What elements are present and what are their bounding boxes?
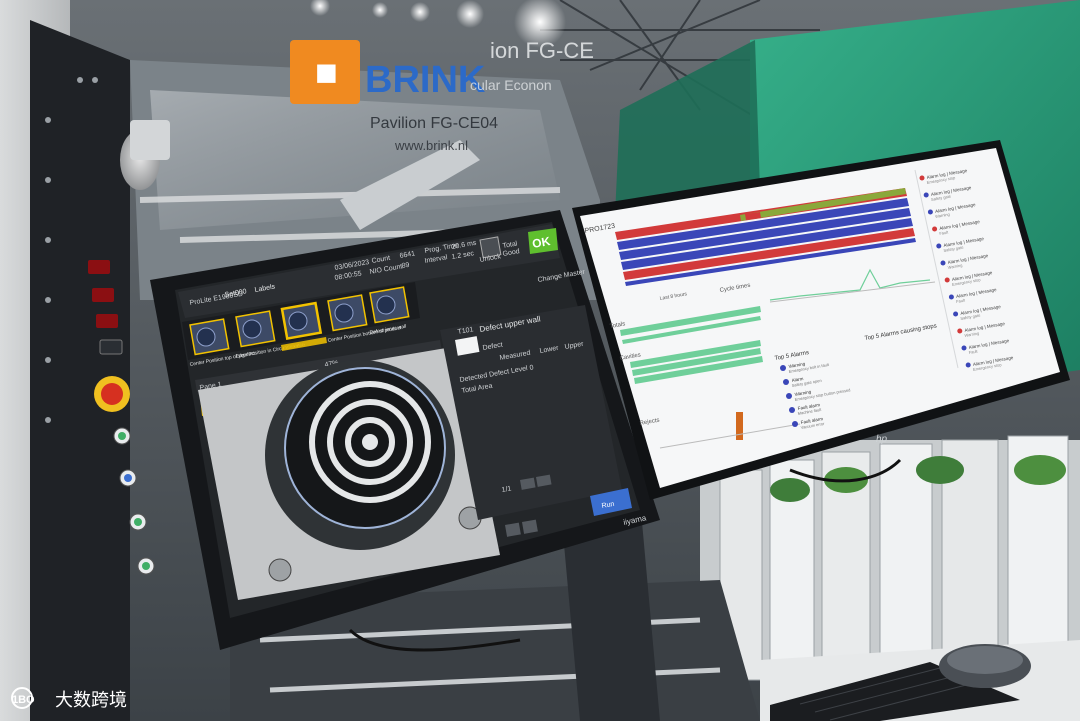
rm-log-dot xyxy=(961,345,967,351)
thumb-2[interactable] xyxy=(235,310,276,348)
rm-log-dot xyxy=(919,175,925,181)
lm-bottom-btn-1[interactable] xyxy=(504,522,521,537)
rm-log-dot xyxy=(936,243,942,249)
thumb-4[interactable] xyxy=(327,294,368,332)
lm-count3: 89 xyxy=(401,262,410,270)
svg-text:■: ■ xyxy=(315,52,338,94)
mouse[interactable] xyxy=(939,644,1031,688)
rm-reject-bar xyxy=(736,412,743,440)
lm-bottom-btn-2[interactable] xyxy=(522,519,538,534)
rm-log-dot xyxy=(940,260,946,266)
control-column xyxy=(30,20,130,721)
sign-line1: ion FG-CE xyxy=(490,38,594,63)
thumb-1[interactable] xyxy=(189,318,230,356)
watermark-logo-text: 1BO xyxy=(12,694,35,706)
rm-brand: hp xyxy=(876,434,888,445)
estop-button[interactable] xyxy=(94,376,130,412)
rm-log-dot xyxy=(932,226,938,232)
rm-log-dot xyxy=(965,362,971,368)
rm-log-dot xyxy=(927,209,933,215)
thumb-5[interactable] xyxy=(369,286,410,324)
rm-log-dot xyxy=(923,192,929,198)
photo-scene: ■ BRINK ion FG-CE cular Econon Pavilion … xyxy=(0,0,1080,721)
cup-stacks xyxy=(700,435,1080,681)
rm-log-dot xyxy=(953,311,959,317)
rm-log-dot xyxy=(944,277,950,283)
thumb-3[interactable] xyxy=(280,301,323,340)
sign-line3: Pavilion FG-CE04 xyxy=(370,115,498,132)
rm-log-dot xyxy=(957,328,963,334)
sign-brand: BRINK xyxy=(365,59,486,101)
watermark-text: 大数跨境 xyxy=(55,690,127,710)
sign-line2: cular Econon xyxy=(470,77,552,93)
sign-url: www.brink.nl xyxy=(394,138,468,153)
rm-log-dot xyxy=(948,294,954,300)
scene-svg: ■ BRINK ion FG-CE cular Econon Pavilion … xyxy=(0,0,1080,721)
